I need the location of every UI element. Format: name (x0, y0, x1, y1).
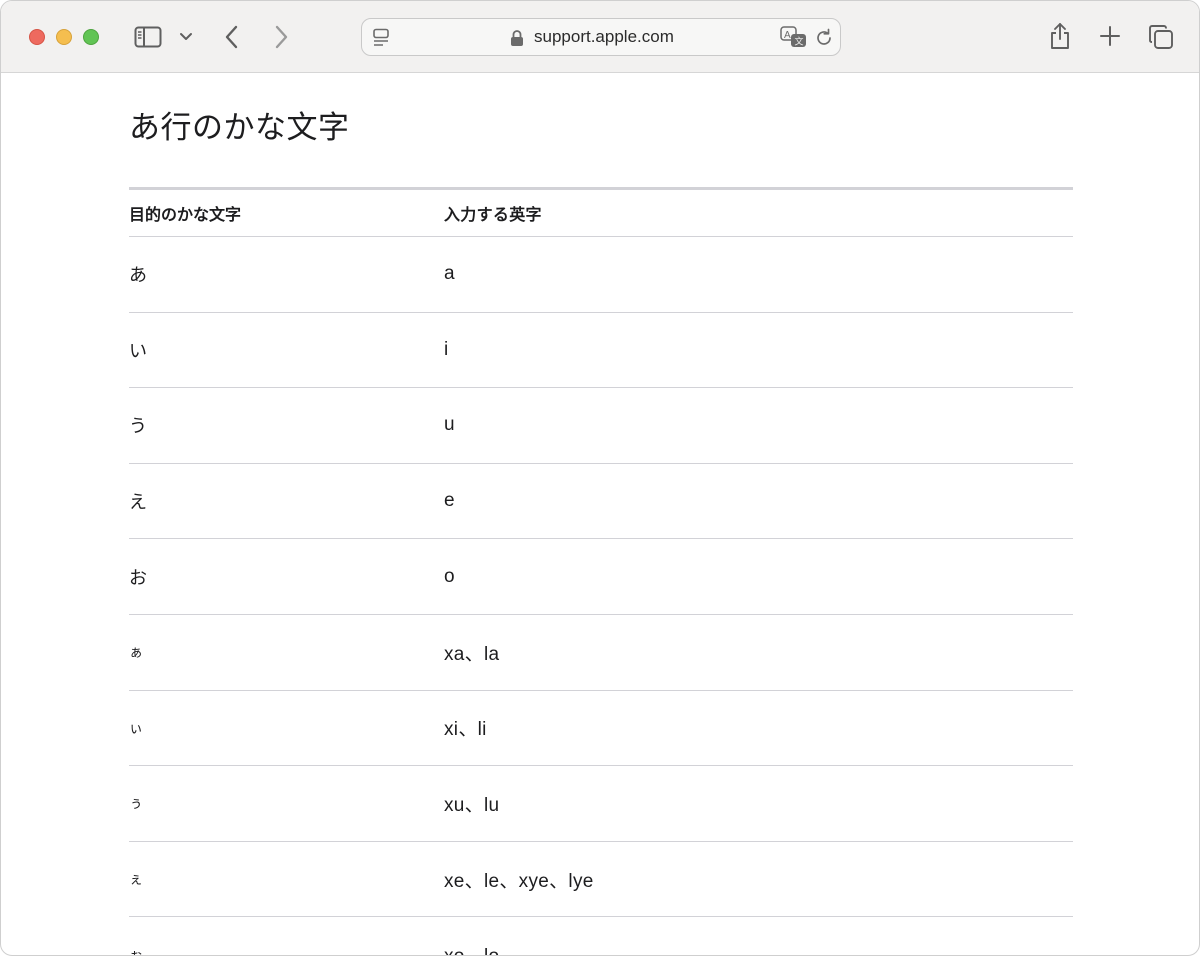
kana-cell: あ (129, 265, 147, 287)
plus-icon[interactable] (1097, 23, 1123, 49)
chevron-down-icon[interactable] (177, 28, 195, 46)
kana-cell: え (129, 492, 147, 514)
reload-icon[interactable] (814, 28, 834, 48)
table-row: あ a (129, 237, 1073, 313)
lock-icon (510, 29, 526, 47)
romaji-cell: o (444, 565, 455, 587)
kana-cell: ぃ (129, 720, 143, 737)
table-row: ぉ xo、lo (129, 917, 1073, 956)
romaji-cell: xo、lo (444, 941, 1073, 955)
browser-window: support.apple.com A文 あ行のかな文字 目的のかな文字 入力す… (0, 0, 1200, 956)
romaji-cell: xu、lu (444, 794, 500, 816)
table-row: ぁ xa、la (129, 615, 1073, 691)
table-row: ぅ xu、lu (129, 766, 1073, 842)
table-row: い i (129, 313, 1073, 389)
romaji-cell: u (444, 414, 455, 436)
table-row: ぇ xe、le、xye、lye (129, 842, 1073, 918)
table-row: ぃ xi、li (129, 691, 1073, 767)
url-text[interactable]: support.apple.com (534, 27, 674, 47)
toolbar: support.apple.com A文 (1, 1, 1199, 73)
romaji-cell: xe、le、xye、lye (444, 870, 594, 892)
tabs-icon[interactable] (1147, 23, 1175, 51)
forward-arrow-icon[interactable] (269, 23, 293, 51)
kana-cell: お (129, 567, 147, 589)
romaji-cell: xa、la (444, 643, 500, 665)
reader-icon[interactable] (370, 27, 392, 49)
address-bar[interactable]: support.apple.com A文 (361, 18, 841, 56)
kana-cell: ぉ (129, 947, 143, 956)
romaji-cell: a (444, 263, 455, 285)
romaji-cell: xi、li (444, 719, 487, 741)
share-icon[interactable] (1047, 21, 1073, 51)
close-window-button[interactable] (29, 29, 45, 45)
back-arrow-icon[interactable] (220, 23, 244, 51)
column-header-romaji: 入力する英字 (444, 205, 542, 224)
kana-cell: う (129, 416, 147, 438)
page-content: あ行のかな文字 目的のかな文字 入力する英字 あ a い i う u え e お… (1, 74, 1199, 956)
svg-text:文: 文 (795, 36, 804, 48)
table-row: え e (129, 464, 1073, 540)
kana-cell: ぇ (129, 872, 143, 889)
kana-cell: ぁ (129, 645, 143, 662)
minimize-window-button[interactable] (56, 29, 72, 45)
page-title: あ行のかな文字 (129, 110, 350, 146)
kana-table: 目的のかな文字 入力する英字 あ a い i う u え e お o ぁ xa、… (129, 187, 1073, 956)
table-row: お o (129, 539, 1073, 615)
zoom-window-button[interactable] (83, 29, 99, 45)
table-row: う u (129, 388, 1073, 464)
romaji-cell: e (444, 490, 455, 512)
sidebar-icon[interactable] (133, 24, 163, 50)
kana-cell: い (129, 340, 147, 362)
svg-text:A: A (784, 30, 791, 41)
translate-icon[interactable]: A文 (780, 26, 808, 50)
column-header-kana: 目的のかな文字 (129, 205, 242, 224)
kana-cell: ぅ (129, 796, 143, 813)
table-header-row: 目的のかな文字 入力する英字 (129, 187, 1073, 237)
romaji-cell: i (444, 338, 449, 360)
